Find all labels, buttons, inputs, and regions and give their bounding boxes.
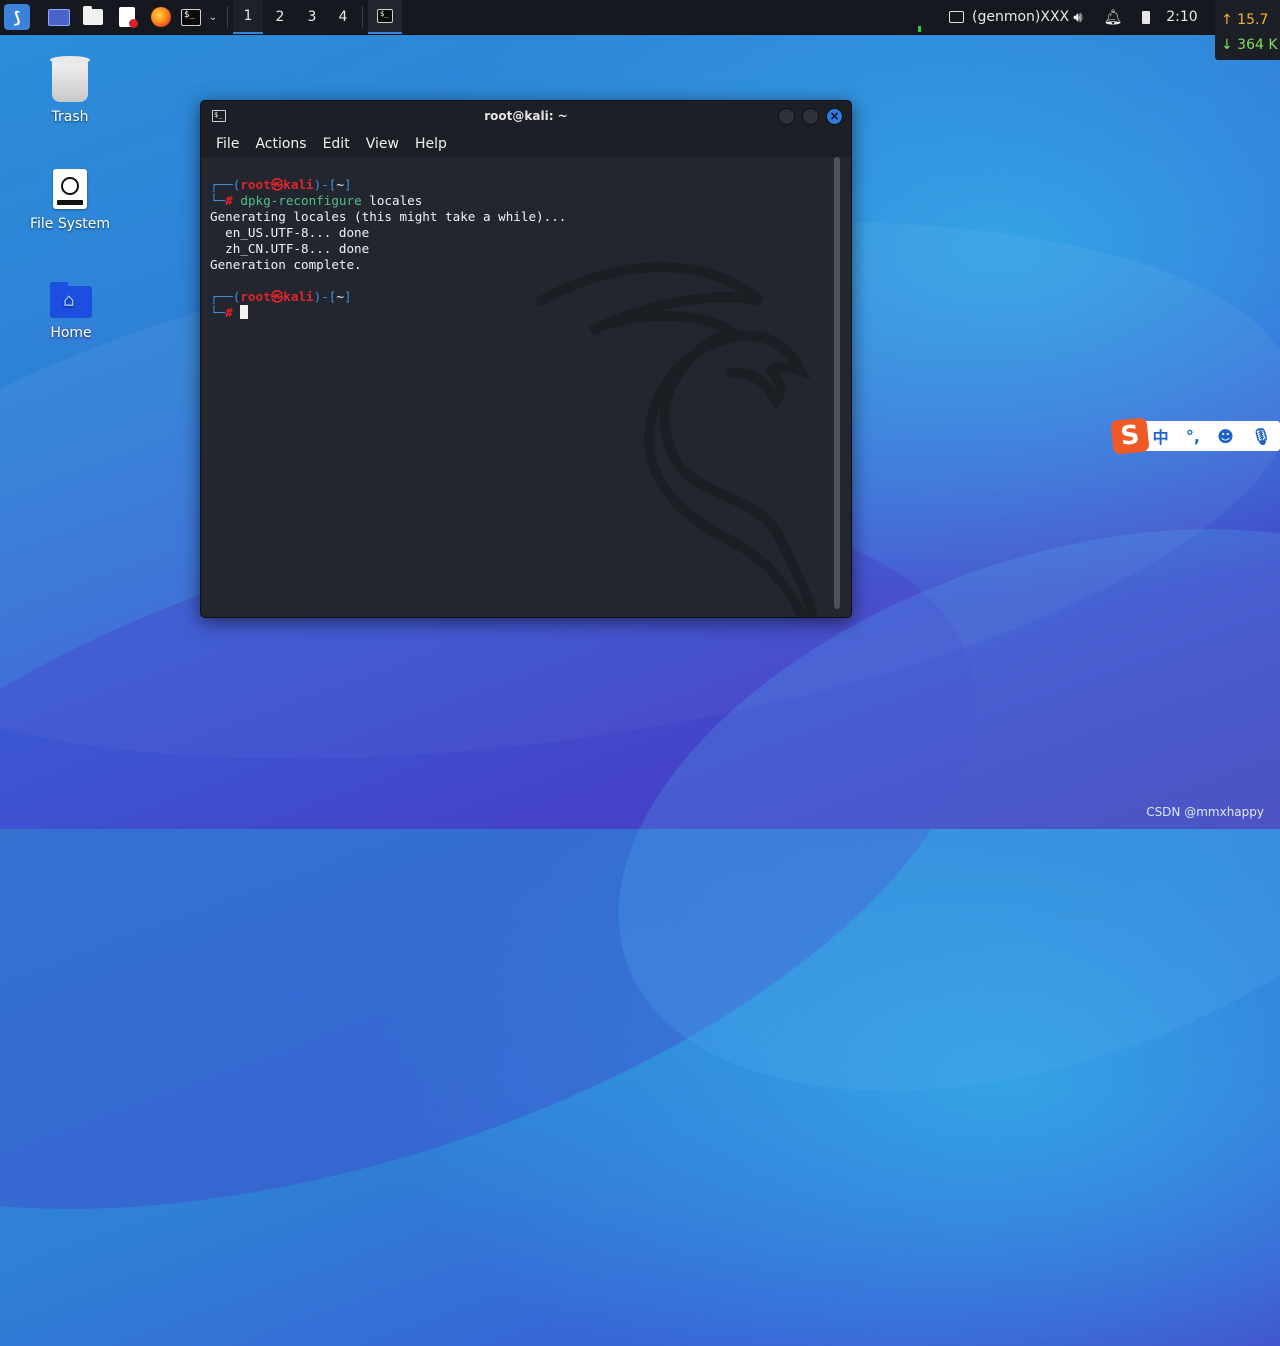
- watermark: CSDN @mmxhappy: [1146, 805, 1264, 819]
- minimize-button[interactable]: [778, 108, 795, 125]
- panel-separator: [362, 6, 363, 28]
- volume-button[interactable]: 🔊︎: [1067, 0, 1089, 34]
- terminal-launcher-dropdown[interactable]: ⌄: [205, 0, 221, 34]
- sogou-logo-icon[interactable]: S: [1110, 417, 1150, 455]
- chevron-down-icon: ⌄: [208, 11, 218, 23]
- desktop-icon-trash[interactable]: Trash: [15, 56, 125, 126]
- notifications-button[interactable]: 🔔︎: [1102, 0, 1124, 34]
- workspace-2[interactable]: 2: [265, 0, 295, 34]
- firefox-icon: [151, 7, 171, 27]
- desktop-icon-label: Home: [46, 324, 96, 342]
- scrollbar-thumb[interactable]: [834, 157, 840, 609]
- workspace-3[interactable]: 3: [297, 0, 327, 34]
- firefox-launcher[interactable]: [146, 0, 176, 34]
- applications-menu-button[interactable]: ⟆: [2, 0, 32, 34]
- output-line: en_US.UTF-8... done: [210, 225, 370, 240]
- terminal-menubar: File Actions Edit View Help: [201, 131, 851, 157]
- panel-separator: [227, 6, 228, 28]
- menu-edit[interactable]: Edit: [323, 136, 350, 152]
- desktop-icon-home[interactable]: Home: [16, 282, 126, 342]
- text-cursor: [240, 305, 249, 319]
- drive-icon: [53, 169, 87, 209]
- close-button[interactable]: ×: [826, 108, 843, 125]
- desktop-icon: [48, 8, 70, 26]
- menu-help[interactable]: Help: [415, 136, 447, 152]
- monitor-icon: [948, 11, 964, 23]
- microphone-icon[interactable]: 🎙: [1251, 427, 1271, 446]
- text-editor-icon: [119, 7, 138, 28]
- terminal-window[interactable]: $_ root@kali: ~ × File Actions Edit View…: [200, 100, 852, 618]
- ime-punctuation-toggle[interactable]: °,: [1186, 427, 1200, 446]
- menu-file[interactable]: File: [216, 136, 239, 152]
- emoji-icon[interactable]: ☻: [1217, 427, 1234, 446]
- maximize-button[interactable]: [802, 108, 819, 125]
- workspace-1[interactable]: 1: [233, 0, 263, 34]
- terminal-icon: $_: [377, 9, 393, 23]
- kali-logo-icon: ⟆: [4, 4, 30, 30]
- desktop-icon-label: Trash: [51, 109, 89, 125]
- terminal-output[interactable]: ┌──(root㉿kali)-[~] └─# dpkg-reconfigure …: [210, 177, 825, 607]
- top-panel: ⟆ $_ ⌄ 1 2 3 4 $_ (genmon)XXX 🔊︎ 🔔︎ 2:10: [0, 0, 1280, 35]
- desktop-icon-label: File System: [29, 216, 111, 232]
- network-speed-widget: ↑ 15.7 ↓ 364 K: [1215, 0, 1280, 60]
- upload-speed: ↑ 15.7: [1221, 12, 1269, 28]
- window-titlebar[interactable]: $_ root@kali: ~ ×: [201, 101, 851, 131]
- terminal-launcher[interactable]: $_: [176, 0, 206, 34]
- battery-icon: [1142, 10, 1150, 24]
- terminal-icon: $_: [181, 8, 201, 26]
- menu-view[interactable]: View: [366, 136, 399, 152]
- close-icon: ×: [829, 109, 840, 123]
- bell-icon: 🔔︎: [1103, 8, 1123, 26]
- show-desktop-button[interactable]: [44, 0, 74, 34]
- output-line: zh_CN.UTF-8... done: [210, 241, 370, 256]
- folder-icon: [83, 6, 103, 25]
- ime-controls: 中 °, ☻ 🎙: [1144, 421, 1280, 451]
- download-speed: ↓ 364 K: [1221, 37, 1278, 53]
- genmon-label[interactable]: (genmon)XXX: [972, 0, 1069, 34]
- ime-toolbar[interactable]: S 中 °, ☻ 🎙: [1110, 417, 1280, 455]
- file-manager-launcher[interactable]: [78, 0, 108, 34]
- output-line: Generating locales (this might take a wh…: [210, 209, 567, 224]
- window-title: root@kali: ~: [484, 109, 568, 123]
- volume-icon: 🔊︎: [1073, 8, 1083, 26]
- text-editor-launcher[interactable]: [112, 0, 142, 34]
- clock[interactable]: 2:10: [1164, 0, 1200, 34]
- trash-icon: [50, 56, 90, 102]
- taskbar-terminal-window[interactable]: $_: [368, 0, 402, 34]
- genmon-applet[interactable]: [946, 0, 966, 34]
- home-folder-icon: [50, 282, 92, 318]
- power-manager-button[interactable]: [1136, 0, 1156, 34]
- ime-mode-toggle[interactable]: 中: [1153, 424, 1169, 448]
- cpu-graph-bar: [918, 26, 921, 32]
- output-line: Generation complete.: [210, 257, 362, 272]
- scrollbar[interactable]: [834, 157, 840, 609]
- desktop-icon-file-system[interactable]: File System: [15, 169, 125, 233]
- menu-actions[interactable]: Actions: [255, 136, 306, 152]
- workspace-4[interactable]: 4: [328, 0, 358, 34]
